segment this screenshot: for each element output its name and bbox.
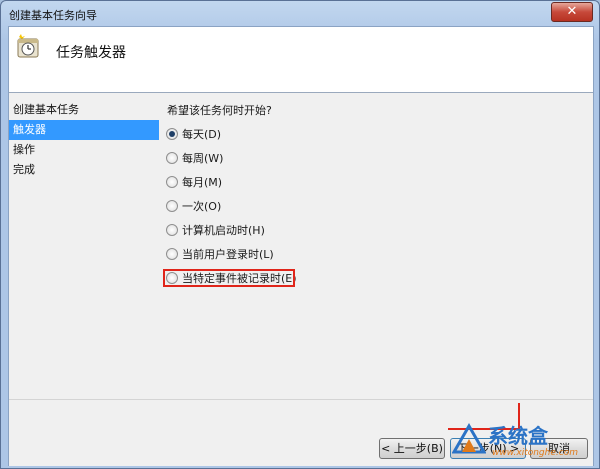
nav-item-finish[interactable]: 完成	[9, 160, 159, 180]
radio-label[interactable]: 当前用户登录时(L)	[182, 246, 274, 262]
radio-button[interactable]	[166, 176, 178, 188]
wizard-client-area: 任务触发器 创建基本任务 触发器 操作 完成 希望该任务何时开始? 每天(D) …	[8, 26, 594, 466]
wizard-body: 创建基本任务 触发器 操作 完成 希望该任务何时开始? 每天(D) 每周(W) …	[9, 93, 593, 399]
watermark-url: www.xitonghe.com	[492, 448, 578, 458]
watermark-logo-icon	[452, 422, 486, 454]
title-bar[interactable]: 创建基本任务向导 ✕	[1, 1, 599, 26]
site-watermark: 系统盒 www.xitonghe.com	[452, 420, 592, 464]
radio-option-at-logon[interactable]: 当前用户登录时(L)	[166, 246, 366, 270]
radio-button[interactable]	[166, 152, 178, 164]
radio-option-monthly[interactable]: 每月(M)	[166, 174, 366, 198]
nav-item-create-basic-task[interactable]: 创建基本任务	[9, 100, 159, 120]
radio-label[interactable]: 每天(D)	[182, 126, 221, 142]
start-question: 希望该任务何时开始?	[167, 104, 272, 117]
page-title: 任务触发器	[56, 45, 126, 61]
close-button[interactable]: ✕	[551, 2, 593, 22]
back-button[interactable]: < 上一步(B)	[379, 438, 445, 459]
radio-option-weekly[interactable]: 每周(W)	[166, 150, 366, 174]
wizard-window: 创建基本任务向导 ✕ 任务触发器 创建基本任务 触发器 操作 完成 希望该任务何…	[0, 0, 600, 469]
radio-label[interactable]: 一次(O)	[182, 198, 221, 214]
watermark-text: 系统盒	[488, 424, 548, 448]
clock-icon	[17, 34, 39, 58]
radio-button[interactable]	[166, 248, 178, 260]
radio-label[interactable]: 每周(W)	[182, 150, 223, 166]
radio-label[interactable]: 计算机启动时(H)	[182, 222, 265, 238]
radio-label[interactable]: 每月(M)	[182, 174, 222, 190]
radio-option-at-startup[interactable]: 计算机启动时(H)	[166, 222, 366, 246]
step-nav: 创建基本任务 触发器 操作 完成	[9, 100, 159, 180]
radio-button[interactable]	[166, 200, 178, 212]
window-title: 创建基本任务向导	[9, 9, 97, 22]
radio-button[interactable]	[166, 224, 178, 236]
nav-item-trigger[interactable]: 触发器	[9, 120, 159, 140]
radio-option-once[interactable]: 一次(O)	[166, 198, 366, 222]
radio-option-daily[interactable]: 每天(D)	[166, 126, 366, 150]
close-icon: ✕	[566, 4, 578, 19]
logon-highlight-box	[163, 269, 295, 287]
radio-button[interactable]	[166, 128, 178, 140]
nav-item-action[interactable]: 操作	[9, 140, 159, 160]
wizard-header: 任务触发器	[9, 27, 593, 93]
